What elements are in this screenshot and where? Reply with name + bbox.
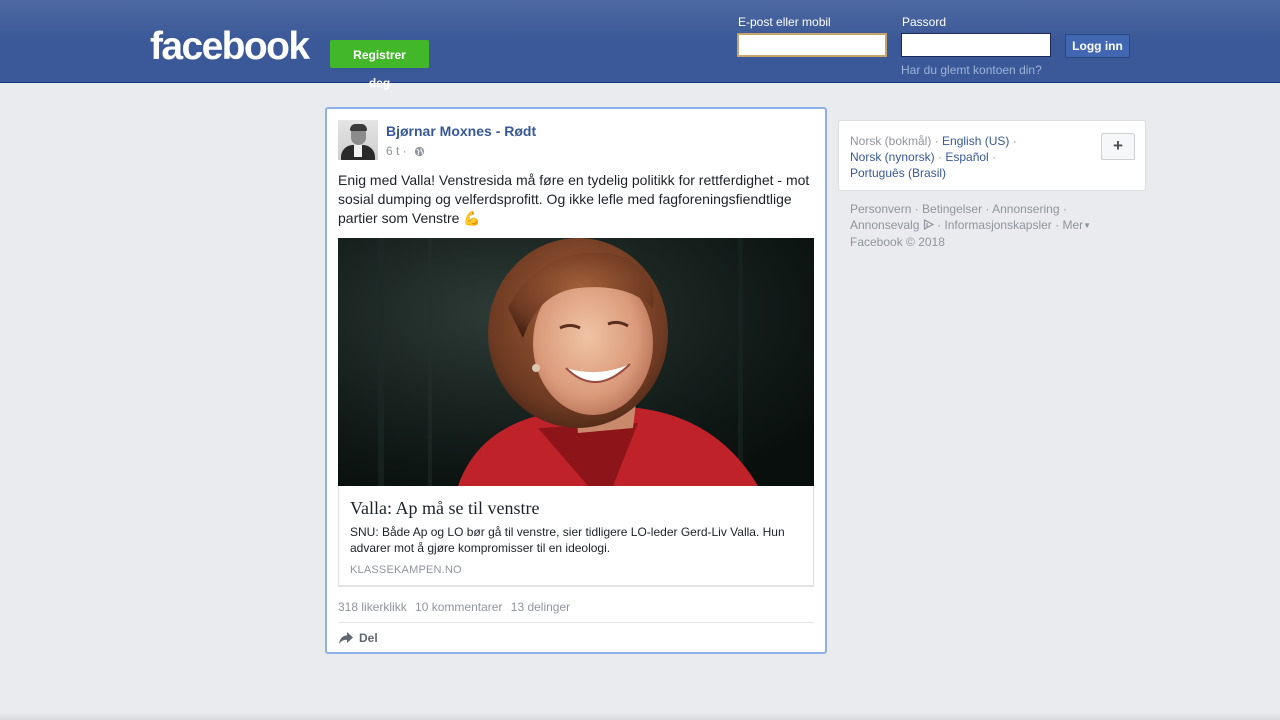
facebook-logo[interactable]: facebook [150,24,310,70]
footer-link-terms[interactable]: Betingelser [922,202,982,216]
copyright: Facebook © 2018 [850,234,945,249]
language-option[interactable]: English (US) [942,134,1009,148]
share-arrow-icon [339,632,353,644]
footer-links: Personvern · Betingelser · Annonsering ·… [850,202,1092,249]
bottom-edge [0,712,1280,720]
language-option[interactable]: Español [945,150,988,164]
post-card: Bjørnar Moxnes - Rødt 6 t · Enig med Val… [325,107,827,654]
caret-down-icon: ▼ [1083,220,1092,230]
portrait-photo [338,238,814,486]
register-button[interactable]: Registrer deg [330,40,429,90]
footer-link-privacy[interactable]: Personvern [850,202,911,216]
likes-count[interactable]: 318 likerklikk [338,600,407,614]
login-button[interactable]: Logg inn [1065,34,1130,58]
email-label: E-post eller mobil [738,15,831,29]
comments-count[interactable]: 10 kommentarer [415,600,502,614]
email-input[interactable] [737,33,887,57]
author-avatar[interactable] [338,120,378,160]
post-meta: 6 t · [386,144,425,158]
share-label: Del [359,631,378,645]
post-author[interactable]: Bjørnar Moxnes - Rødt [386,123,536,139]
language-option[interactable]: Português (Brasil) [850,166,946,180]
language-list: Norsk (bokmål) · English (US) · Norsk (n… [850,134,1017,180]
link-domain: KLASSEKAMPEN.NO [350,564,462,576]
forgot-account-link[interactable]: Har du glemt kontoen din? [901,63,1042,77]
stats-divider [338,622,814,623]
meta-separator: · [399,144,411,158]
adchoices-icon [923,219,934,230]
post-time[interactable]: 6 t [386,144,399,158]
top-bar: facebook Registrer deg E-post eller mobi… [0,0,1280,90]
post-text: Enig med Valla! Venstresida må føre en t… [338,171,816,228]
link-preview[interactable]: Valla: Ap må se til venstre SNU: Både Ap… [338,486,814,586]
globe-icon [414,146,425,156]
post-text-body: Enig med Valla! Venstresida må føre en t… [338,172,810,226]
current-language: Norsk (bokmål) [850,134,932,148]
password-label: Passord [902,15,947,29]
footer-link-more[interactable]: Mer▼ [1062,218,1091,232]
link-title[interactable]: Valla: Ap må se til venstre [350,498,539,519]
link-image[interactable] [338,238,814,486]
footer-link-advertising[interactable]: Annonsering [992,202,1059,216]
language-option[interactable]: Norsk (nynorsk) [850,150,935,164]
password-input[interactable] [901,33,1051,57]
footer-link-cookies[interactable]: Informasjonskapsler [944,218,1051,232]
link-description: SNU: Både Ap og LO bør gå til venstre, s… [350,525,785,555]
footer-link-adchoices[interactable]: Annonsevalg [850,218,919,232]
shares-count[interactable]: 13 delinger [511,600,570,614]
more-label: Mer [1062,218,1084,232]
more-languages-button[interactable]: + [1101,133,1135,160]
language-selector: Norsk (bokmål) · English (US) · Norsk (n… [838,120,1146,191]
post-stats: 318 likerklikk 10 kommentarer 13 delinge… [338,600,575,614]
share-button[interactable]: Del [338,631,378,645]
flexed-biceps-icon: 💪 [463,210,481,226]
